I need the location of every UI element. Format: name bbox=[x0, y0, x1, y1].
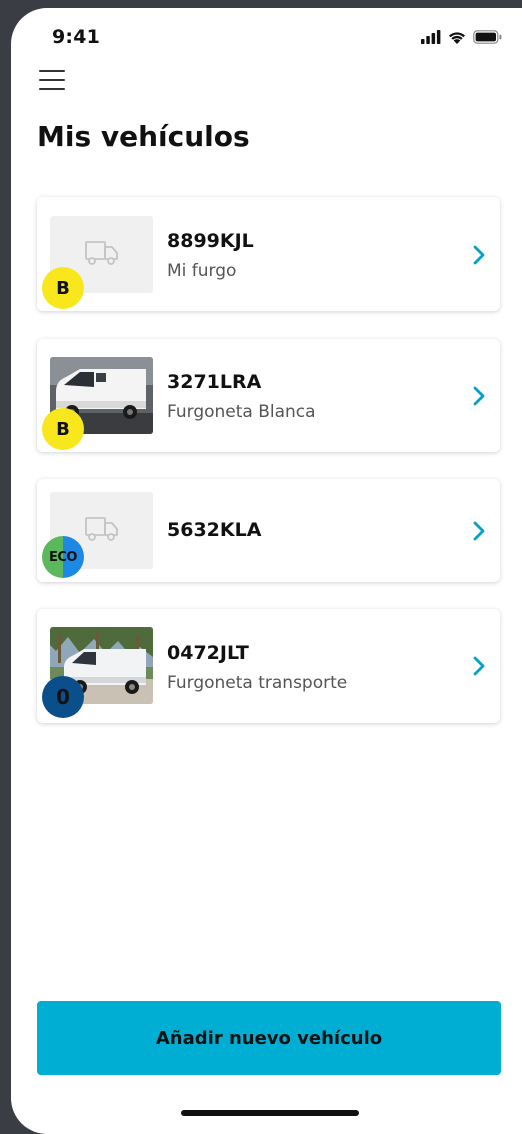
cellular-signal-icon bbox=[421, 30, 441, 44]
chevron-right-icon[interactable] bbox=[472, 655, 486, 677]
vehicle-plate: 0472JLT bbox=[167, 642, 249, 664]
chevron-right-icon[interactable] bbox=[472, 244, 486, 266]
wifi-icon bbox=[449, 31, 465, 44]
vehicle-plate: 8899KJL bbox=[167, 230, 254, 252]
badge-label: B bbox=[56, 418, 70, 440]
vehicle-card[interactable]: B 3271LRA Furgoneta Blanca bbox=[37, 339, 500, 452]
add-vehicle-button[interactable]: Añadir nuevo vehículo bbox=[37, 1001, 501, 1075]
vehicle-card[interactable]: 0 0472JLT Furgoneta transporte bbox=[37, 609, 500, 723]
phone-screen: 9:41 Mis vehículos B 8899KJL Mi furgo B … bbox=[11, 8, 522, 1134]
vehicle-plate: 3271LRA bbox=[167, 371, 262, 393]
vehicle-nickname: Furgoneta transporte bbox=[167, 673, 348, 693]
environmental-label-badge: B bbox=[42, 267, 84, 309]
environmental-label-badge: ECO bbox=[42, 536, 84, 578]
hamburger-menu-icon[interactable] bbox=[37, 68, 67, 94]
badge-label: ECO bbox=[49, 549, 77, 565]
vehicle-plate: 5632KLA bbox=[167, 519, 262, 541]
status-time: 9:41 bbox=[52, 26, 101, 48]
chevron-right-icon[interactable] bbox=[472, 385, 486, 407]
battery-icon bbox=[473, 30, 502, 44]
home-indicator[interactable] bbox=[181, 1110, 359, 1116]
vehicle-card[interactable]: B 8899KJL Mi furgo bbox=[37, 197, 500, 311]
environmental-label-badge: 0 bbox=[42, 676, 84, 718]
environmental-label-badge: B bbox=[42, 408, 84, 450]
status-icons bbox=[421, 28, 503, 46]
chevron-right-icon[interactable] bbox=[472, 520, 486, 542]
status-bar: 9:41 bbox=[11, 8, 522, 64]
vehicle-nickname: Furgoneta Blanca bbox=[167, 402, 316, 422]
vehicle-nickname: Mi furgo bbox=[167, 261, 237, 281]
badge-label: B bbox=[56, 277, 70, 299]
badge-label: 0 bbox=[56, 685, 70, 709]
page-title: Mis vehículos bbox=[37, 120, 250, 153]
vehicle-card[interactable]: ECO 5632KLA bbox=[37, 479, 500, 582]
